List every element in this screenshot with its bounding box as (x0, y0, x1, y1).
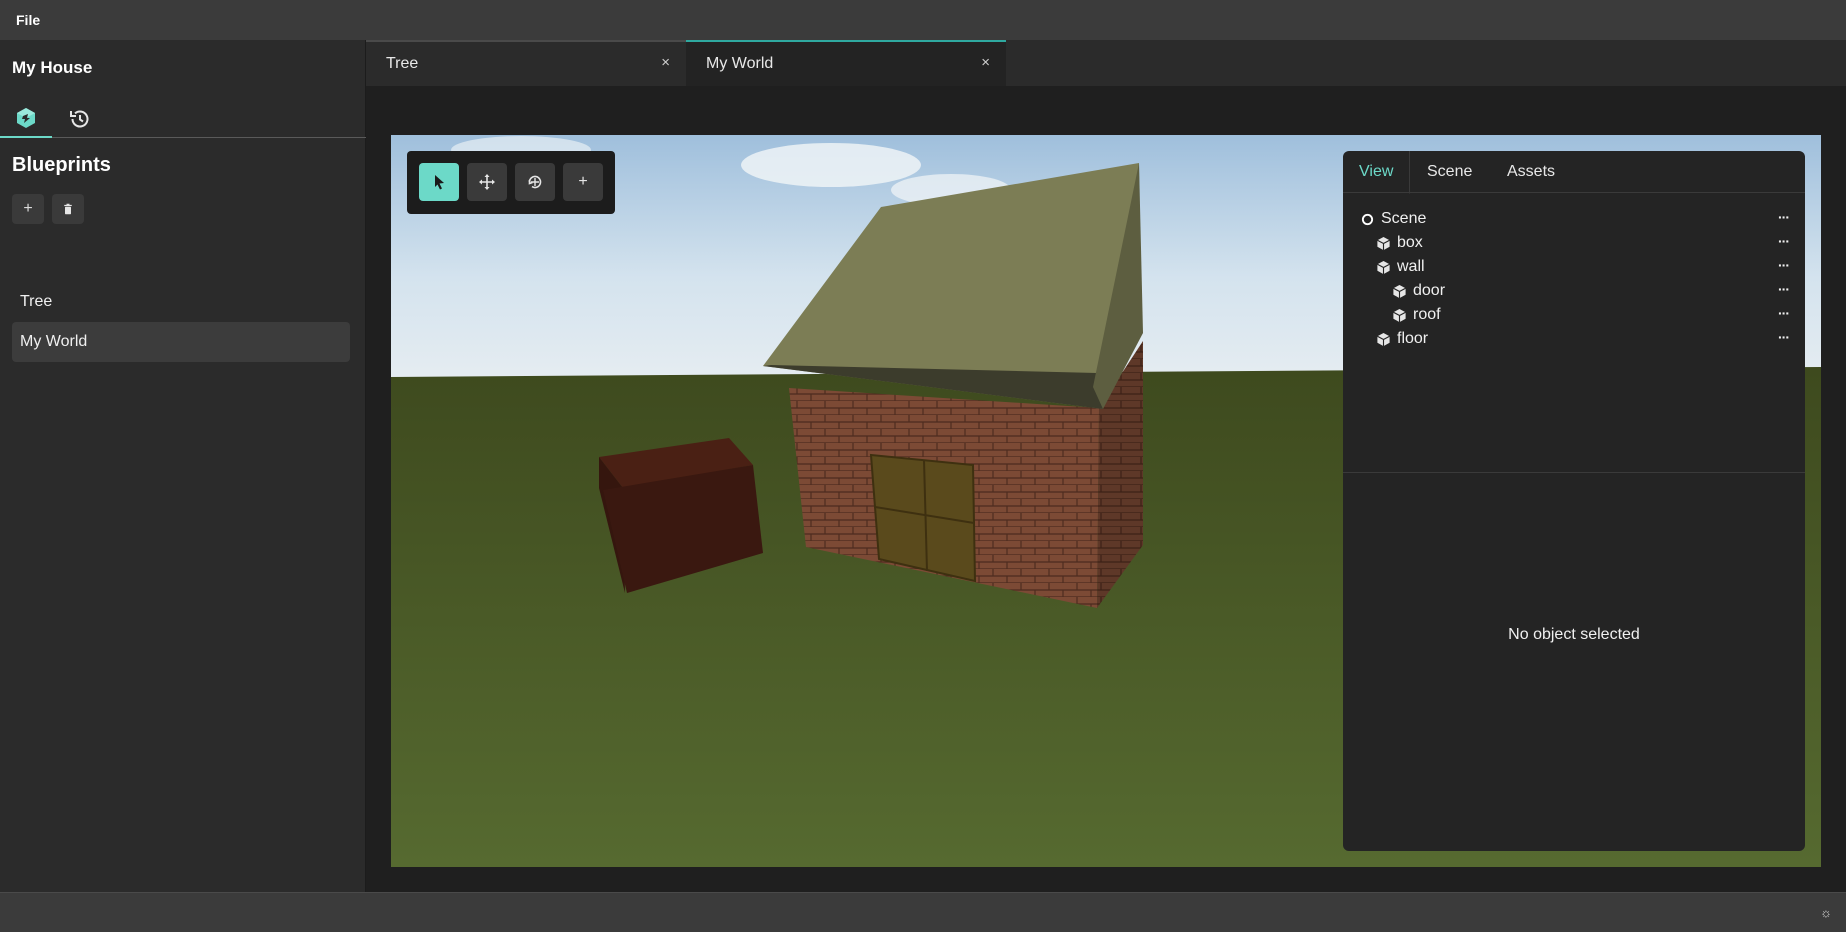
plus-icon: + (578, 173, 588, 190)
inspector-panel: View Scene Assets Scene ··· box ··· wall… (1343, 151, 1805, 851)
move-tool-button[interactable] (467, 163, 507, 201)
cloud (741, 143, 921, 187)
tree-row-roof[interactable]: roof ··· (1343, 303, 1805, 327)
plus-icon: + (23, 200, 33, 217)
tab-label: My World (706, 55, 774, 72)
tab-tree[interactable]: Tree × (366, 40, 686, 86)
inspector-tabs: View Scene Assets (1343, 151, 1805, 194)
cube-icon (1391, 307, 1407, 323)
divider (1343, 472, 1805, 473)
more-options-icon[interactable]: ··· (1778, 233, 1790, 249)
cube-icon (1375, 331, 1391, 347)
empty-selection-message: No object selected (1508, 626, 1640, 643)
tab-view[interactable]: View (1343, 151, 1411, 194)
tab-assets[interactable]: Assets (1491, 151, 1571, 193)
tab-history[interactable] (54, 100, 106, 138)
add-object-button[interactable]: + (563, 163, 603, 201)
blueprints-heading: Blueprints (12, 154, 111, 176)
scene-root-icon (1359, 211, 1375, 227)
tree-row-scene[interactable]: Scene ··· (1343, 207, 1805, 231)
more-options-icon[interactable]: ··· (1778, 209, 1790, 225)
tree-row-box[interactable]: box ··· (1343, 231, 1805, 255)
history-icon (70, 110, 89, 128)
list-item[interactable]: Tree (12, 282, 350, 322)
select-tool-button[interactable] (419, 163, 459, 201)
more-options-icon[interactable]: ··· (1778, 281, 1790, 297)
more-options-icon[interactable]: ··· (1778, 257, 1790, 273)
move-icon (479, 174, 495, 190)
list-item[interactable]: My World (12, 322, 350, 362)
sidebar-tabs (0, 100, 366, 138)
close-icon[interactable]: × (661, 54, 670, 71)
cube-icon (1375, 259, 1391, 275)
tree-label: box (1397, 234, 1423, 251)
tree-row-door[interactable]: door ··· (1343, 279, 1805, 303)
tab-blueprints[interactable] (0, 100, 52, 138)
menu-bar: File (0, 0, 1846, 40)
tree-label: wall (1397, 258, 1425, 275)
project-title: My House (12, 58, 93, 77)
rotate-tool-button[interactable] (515, 163, 555, 201)
tree-label: door (1413, 282, 1446, 299)
blueprint-list: Tree My World (12, 282, 350, 362)
file-menu[interactable]: File (16, 12, 40, 28)
more-options-icon[interactable]: ··· (1778, 305, 1790, 321)
document-tabs: Tree × My World × (366, 40, 1846, 86)
delete-blueprint-button[interactable] (52, 194, 84, 224)
close-icon[interactable]: × (981, 54, 990, 71)
transform-toolbox: + (407, 151, 615, 214)
sidebar: My House Blueprints + Tree My World (0, 40, 366, 892)
theme-toggle-icon[interactable]: ☼ (1820, 905, 1832, 920)
cursor-icon (435, 175, 444, 190)
tab-scene[interactable]: Scene (1411, 151, 1488, 193)
tree-row-wall[interactable]: wall ··· (1343, 255, 1805, 279)
cube-icon (1375, 235, 1391, 251)
tab-my-world[interactable]: My World × (686, 40, 1006, 86)
more-options-icon[interactable]: ··· (1778, 329, 1790, 345)
trash-icon (64, 203, 72, 215)
tree-label: floor (1397, 330, 1429, 347)
tab-label: Tree (386, 55, 419, 72)
add-blueprint-button[interactable]: + (12, 194, 44, 224)
scene-tree: Scene ··· box ··· wall ··· door ··· roof… (1343, 207, 1805, 351)
tree-row-floor[interactable]: floor ··· (1343, 327, 1805, 351)
tree-label: Scene (1381, 210, 1427, 227)
blueprint-cube-icon (17, 108, 35, 128)
cube-icon (1391, 283, 1407, 299)
status-bar: ☼ (0, 892, 1846, 932)
tree-label: roof (1413, 306, 1441, 323)
rotate-icon (528, 175, 542, 189)
